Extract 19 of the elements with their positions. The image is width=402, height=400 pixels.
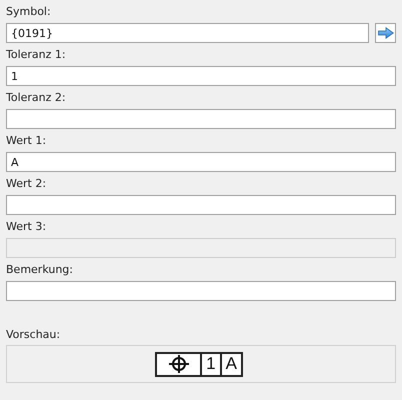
field-label: Toleranz 1:: [6, 48, 66, 63]
go-button[interactable]: [375, 23, 396, 43]
field-label: Bemerkung:: [6, 263, 73, 278]
field-label: Symbol:: [6, 5, 51, 20]
input-field[interactable]: [6, 281, 396, 301]
position-symbol-icon: [168, 354, 190, 374]
field-label: Wert 3:: [6, 220, 46, 235]
input-field[interactable]: [6, 109, 396, 129]
field-label: Wert 1:: [6, 134, 46, 149]
frame-value: 1: [200, 354, 220, 374]
preview-label: Vorschau:: [6, 328, 60, 343]
field-label: Toleranz 2:: [6, 91, 66, 106]
arrow-right-icon: [378, 27, 394, 39]
input-field[interactable]: A: [6, 152, 396, 172]
input-field[interactable]: {0191}: [6, 23, 369, 43]
frame-value: A: [220, 354, 241, 374]
field-label: Wert 2:: [6, 177, 46, 192]
input-field[interactable]: 1: [6, 66, 396, 86]
input-field[interactable]: [6, 195, 396, 215]
